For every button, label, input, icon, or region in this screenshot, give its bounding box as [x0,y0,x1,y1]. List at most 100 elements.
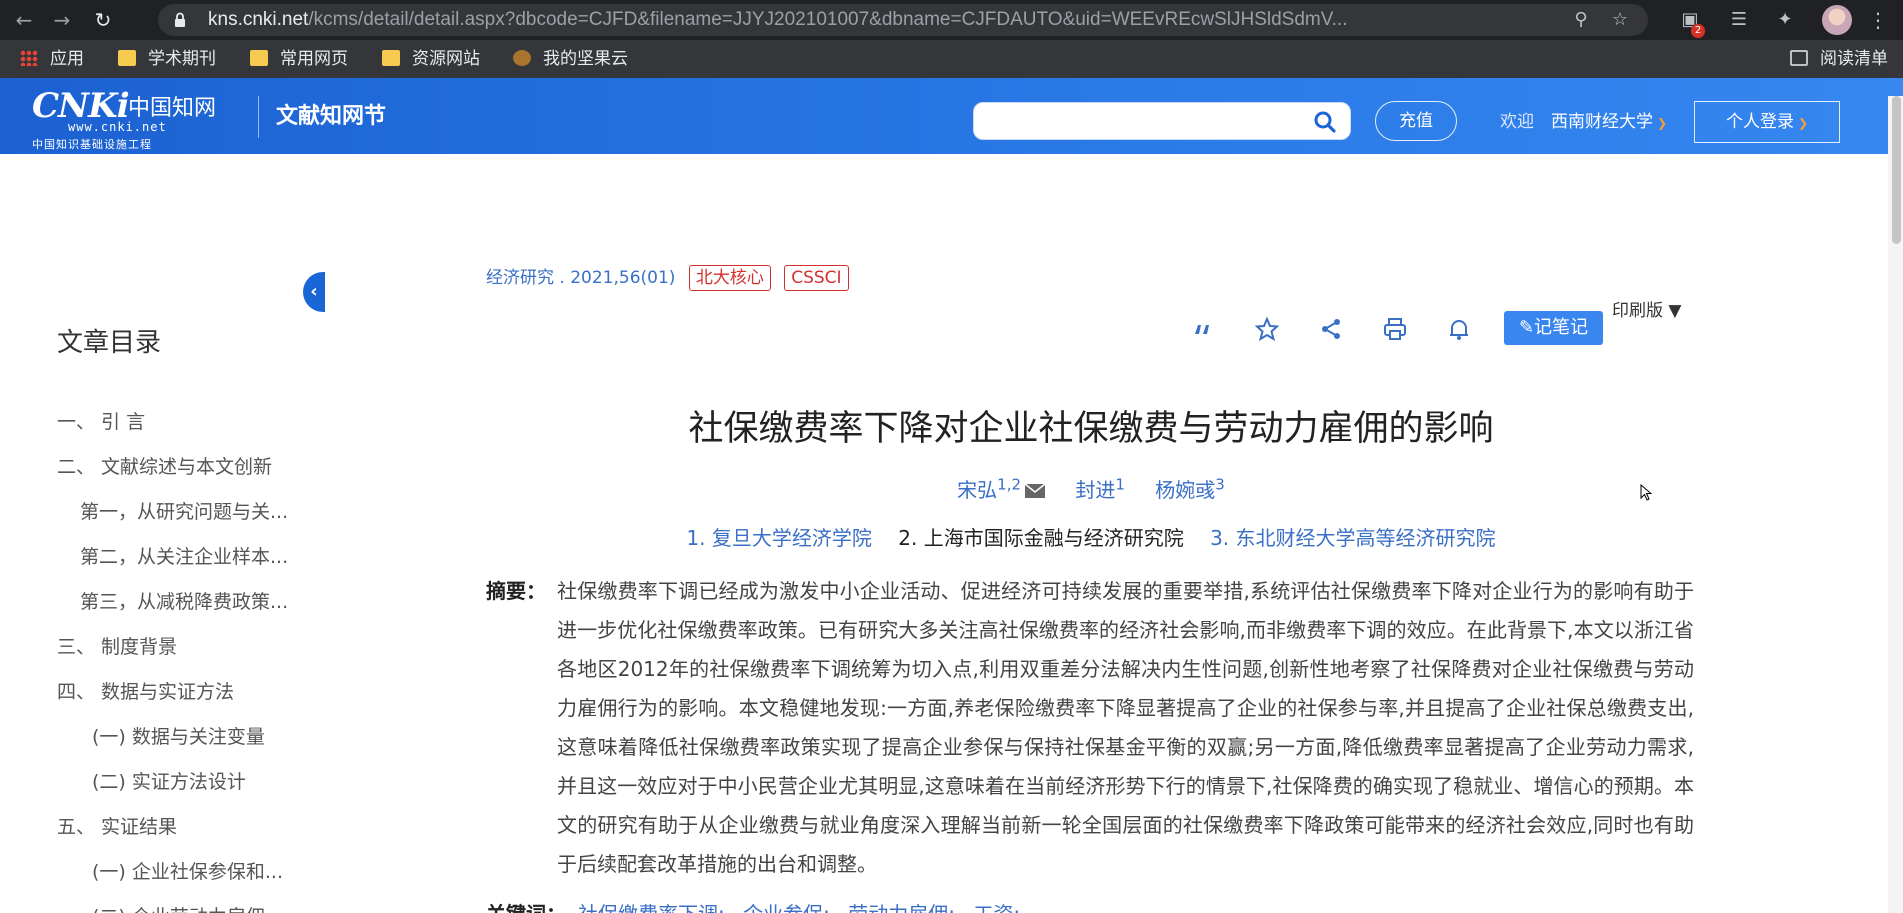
logo-cn: 中国知网 [128,96,217,121]
pencil-icon: ✎ [1518,317,1535,338]
core-tag[interactable]: 北大核心 [688,265,771,291]
affiliation-link[interactable]: 1. 复旦大学经济学院 [686,526,871,550]
affiliation-list: 1. 复旦大学经济学院 2. 上海市国际金融与经济研究院 3. 东北财经大学高等… [486,522,1696,551]
logo-url: www.cnki.net [68,120,167,134]
toc-item[interactable]: 二、 文献综述与本文创新 [57,445,307,490]
institution-name: 西南财经大学 [1551,112,1653,132]
keywords-label: 关键词： [486,898,566,913]
toc-item[interactable]: (二) 企业劳动力雇佣... [57,895,307,913]
toc-item[interactable]: 三、 制度背景 [57,625,307,670]
quote-icon[interactable] [1190,316,1216,342]
nut-icon [513,50,531,66]
keyword-link[interactable]: 工资; [973,902,1020,913]
author-link[interactable]: 杨婉彧3 [1155,475,1225,502]
institution-menu[interactable]: 西南财经大学 ❯ [1551,78,1667,167]
toc-item[interactable]: (二) 实证方法设计 [57,760,307,805]
toc-list: 一、 引 言 二、 文献综述与本文创新 第一，从研究问题与关... 第二，从关注… [57,400,307,913]
keyword-list: 社保缴费率下调; 企业参保; 劳动力雇佣; 工资; [578,898,1032,913]
reload-icon[interactable]: ↻ [89,6,117,34]
document-icon[interactable]: ☰ [1725,6,1753,34]
print-version-menu[interactable]: 印刷版 ▼ [1612,296,1681,321]
author-link[interactable]: 宋弘1,2 [957,475,1046,502]
affiliation-text: 2. 上海市国际金融与经济研究院 [898,526,1184,550]
affiliation-link[interactable]: 3. 东北财经大学高等经济研究院 [1210,526,1495,550]
toc-item[interactable]: 四、 数据与实证方法 [57,670,307,715]
bookmark-label: 资源网站 [412,49,480,69]
author-name: 杨婉彧 [1155,478,1216,502]
bookmark-label: 我的坚果云 [543,49,628,69]
toc-item[interactable]: 第一，从研究问题与关... [57,490,307,535]
scrollbar-thumb[interactable] [1892,96,1901,244]
print-version-label: 印刷版 [1612,301,1663,321]
article-title: 社保缴费率下降对企业社保缴费与劳动力雇佣的影响 [688,409,1494,449]
site-search-input[interactable] [973,102,1351,140]
toc-item[interactable]: 一、 引 言 [57,400,307,445]
abstract-text: 社保缴费率下调已经成为激发中小企业活动、促进经济可持续发展的重要举措,系统评估社… [557,579,1694,876]
share-icon[interactable] [1318,316,1344,342]
reading-list-icon [1790,50,1808,66]
bookmarks-bar: 应用 学术期刊 常用网页 资源网站 我的坚果云 阅读清单 [0,40,1903,78]
personal-login-button[interactable]: 个人登录 ❯ [1694,101,1840,143]
author-affil-sup: 3 [1215,475,1225,494]
journal-link[interactable]: 经济研究 . 2021,56(01) [486,268,675,288]
author-affil-sup: 1,2 [997,475,1022,494]
cssci-tag[interactable]: CSSCI [784,265,849,291]
bookmark-label: 应用 [50,49,84,69]
logo-subtitle: 中国知识基础设施工程 [32,138,152,151]
site-name[interactable]: 文献知网节 [276,78,386,156]
reading-list-label: 阅读清单 [1820,49,1888,69]
author-name: 宋弘 [957,478,998,502]
author-list: 宋弘1,2 封进1 杨婉彧3 [486,474,1696,503]
keyword-link[interactable]: 社保缴费率下调; [578,902,725,913]
apps-grid-icon [20,50,38,66]
address-bar[interactable]: kns.cnki.net/kcms/detail/detail.aspx?dbc… [158,4,1648,36]
journal-source: 经济研究 . 2021,56(01) 北大核心 CSSCI [486,264,849,292]
key-icon[interactable]: ⚲ [1570,9,1592,31]
caret-down-icon: ▼ [1668,301,1682,321]
keyword-link[interactable]: 企业参保; [743,902,830,913]
notes-label: 记笔记 [1534,317,1589,338]
toc-item[interactable]: 第二，从关注企业样本... [57,535,307,580]
browser-toolbar: ← → ↻ kns.cnki.net/kcms/detail/detail.as… [0,0,1903,40]
chevron-down-icon: ❯ [1797,116,1809,130]
toc-item[interactable]: 第三，从减税降费政策... [57,580,307,625]
bookmark-label: 学术期刊 [148,49,216,69]
url-path: /kcms/detail/detail.aspx?dbcode=CJFD&fil… [308,9,1348,30]
chevron-down-icon: ❯ [1657,116,1668,130]
search-icon[interactable] [1314,111,1336,133]
extension-badge: 2 [1691,24,1705,38]
keyword-link[interactable]: 劳动力雇佣; [848,902,955,913]
collapse-sidebar-button[interactable]: ‹ [303,272,325,312]
login-label: 个人登录 [1725,112,1794,132]
take-notes-button[interactable]: ✎记笔记 [1504,311,1603,345]
mail-icon[interactable] [1025,484,1046,498]
puzzle-icon[interactable]: ✦ [1771,6,1799,34]
site-header: CNKi 中国知网 www.cnki.net 中国知识基础设施工程 文献知网节 … [0,78,1903,154]
favorite-star-icon[interactable] [1254,316,1280,342]
bell-icon[interactable] [1446,316,1472,342]
abstract-label: 摘要： [486,579,546,603]
menu-dots-icon[interactable]: ⋮ [1868,8,1888,32]
star-icon[interactable]: ☆ [1609,9,1631,31]
back-icon[interactable]: ← [10,6,38,34]
mouse-cursor-icon [1640,484,1653,501]
recharge-button[interactable]: 充值 [1375,101,1457,141]
folder-icon [382,50,400,66]
toc-item[interactable]: (一) 数据与关注变量 [57,715,307,760]
forward-icon[interactable]: → [48,6,76,34]
profile-avatar[interactable] [1822,5,1852,35]
lock-icon [175,12,185,27]
toc-title: 文章目录 [57,328,162,358]
folder-icon [250,50,268,66]
cnki-logo[interactable]: CNKi 中国知网 www.cnki.net 中国知识基础设施工程 [32,86,242,151]
url-host: kns.cnki.net [208,9,309,30]
url-text: kns.cnki.net/kcms/detail/detail.aspx?dbc… [208,4,1348,36]
bookmark-label: 常用网页 [280,49,348,69]
author-affil-sup: 1 [1115,475,1125,494]
print-icon[interactable] [1382,316,1408,342]
toc-item[interactable]: (一) 企业社保参保和... [57,850,307,895]
author-link[interactable]: 封进1 [1075,475,1125,502]
welcome-text: 欢迎 [1500,112,1534,132]
folder-icon [118,50,136,66]
toc-item[interactable]: 五、 实证结果 [57,805,307,850]
